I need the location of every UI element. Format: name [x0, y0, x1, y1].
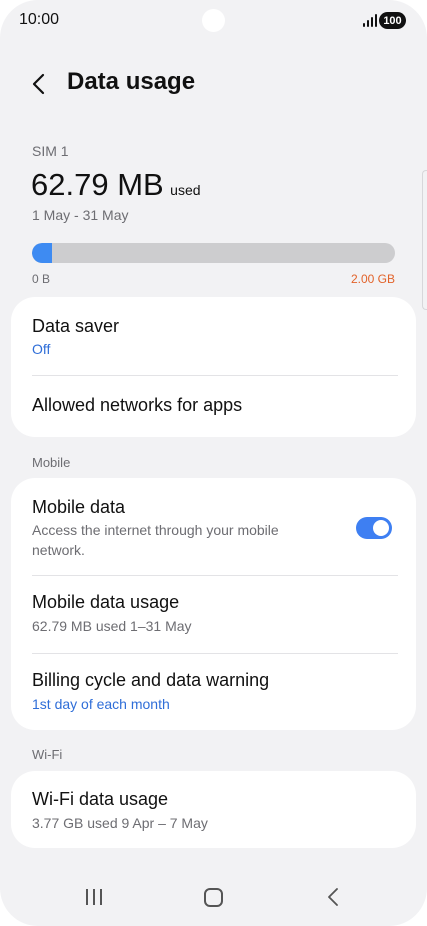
- toggle-knob: [373, 520, 389, 536]
- usage-progress-bar: [32, 243, 395, 263]
- billing-cycle-title: Billing cycle and data warning: [32, 670, 270, 690]
- back-button[interactable]: [28, 70, 52, 98]
- usage-progress-fill: [32, 243, 52, 263]
- recents-icon[interactable]: [84, 887, 104, 907]
- data-saver-row[interactable]: Data saver Off: [11, 297, 416, 375]
- mobile-data-usage-row[interactable]: Mobile data usage 62.79 MB used 1–31 May: [11, 576, 416, 653]
- battery-icon: 100: [379, 12, 406, 29]
- billing-cycle-value: 1st day of each month: [32, 696, 170, 712]
- data-saver-value: Off: [32, 341, 51, 357]
- usage-amount: 62.79 MB: [31, 167, 164, 202]
- signal-icon: [363, 14, 377, 27]
- battery-level: 100: [383, 14, 402, 27]
- mobile-card: Mobile data Access the internet through …: [11, 478, 416, 730]
- camera-cutout: [202, 9, 225, 32]
- mobile-data-usage-title: Mobile data usage: [32, 592, 180, 612]
- scrollbar[interactable]: [422, 170, 427, 310]
- wifi-data-usage-row[interactable]: Wi-Fi data usage 3.77 GB used 9 Apr – 7 …: [11, 771, 416, 848]
- progress-max-label: 2.00 GB: [350, 272, 395, 286]
- mobile-data-usage-value: 62.79 MB used 1–31 May: [32, 618, 192, 634]
- allowed-networks-row[interactable]: Allowed networks for apps: [11, 376, 416, 437]
- progress-min-label: 0 B: [32, 272, 51, 286]
- usage-suffix: used: [170, 182, 201, 198]
- status-time: 10:00: [19, 11, 60, 28]
- section-label-wifi: Wi-Fi: [32, 747, 63, 762]
- status-bar: 10:00 100: [0, 0, 427, 44]
- chevron-left-icon: [32, 73, 45, 95]
- phone-screen: 10:00 100 Data usage SIM 1 62.79 MB used…: [0, 0, 427, 926]
- billing-cycle-row[interactable]: Billing cycle and data warning 1st day o…: [11, 654, 416, 730]
- mobile-data-toggle[interactable]: [356, 517, 392, 539]
- wifi-data-usage-value: 3.77 GB used 9 Apr – 7 May: [32, 815, 208, 831]
- usage-summary: 62.79 MB used: [31, 167, 201, 203]
- data-saver-title: Data saver: [32, 316, 120, 336]
- mobile-data-title: Mobile data: [32, 497, 126, 517]
- usage-period: 1 May - 31 May: [32, 207, 129, 223]
- mobile-data-description: Access the internet through your mobile …: [32, 522, 279, 558]
- nav-back-icon[interactable]: [324, 886, 342, 908]
- section-label-mobile: Mobile: [32, 455, 71, 470]
- page-title: Data usage: [67, 68, 196, 95]
- sim-label: SIM 1: [32, 143, 69, 159]
- wifi-card: Wi-Fi data usage 3.77 GB used 9 Apr – 7 …: [11, 771, 416, 848]
- allowed-networks-title: Allowed networks for apps: [32, 395, 243, 415]
- wifi-data-usage-title: Wi-Fi data usage: [32, 789, 169, 809]
- home-icon[interactable]: [204, 888, 223, 907]
- nav-chevron-left-icon: [328, 888, 338, 906]
- data-saver-card: Data saver Off Allowed networks for apps: [11, 297, 416, 437]
